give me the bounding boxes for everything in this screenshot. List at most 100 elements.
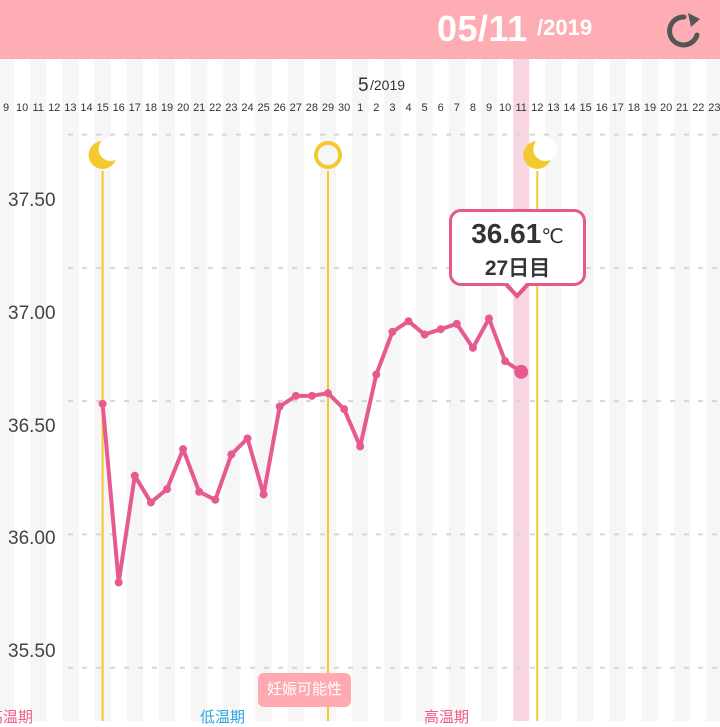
x-tick-label: 11	[515, 102, 526, 114]
data-point[interactable]	[324, 389, 332, 398]
x-tick-label: 13	[547, 102, 559, 114]
data-point[interactable]	[227, 450, 236, 459]
x-tick-label: 9	[486, 102, 492, 114]
column-stripe	[255, 59, 272, 721]
x-tick-label: 15	[579, 102, 591, 114]
column-stripe	[126, 59, 143, 721]
column-stripe	[577, 59, 594, 721]
data-point[interactable]	[243, 434, 252, 443]
x-tick-label: 16	[113, 102, 125, 114]
crescent-moon-icon	[88, 137, 123, 169]
x-tick-label: 1	[357, 102, 363, 114]
column-stripe	[62, 59, 79, 721]
x-tick-label: 2	[373, 102, 379, 114]
data-point[interactable]	[501, 357, 510, 366]
x-tick-label: 12	[531, 102, 543, 114]
column-stripe	[158, 59, 176, 721]
data-point[interactable]	[452, 319, 461, 328]
x-tick-label: 22	[692, 102, 704, 114]
data-point[interactable]	[356, 442, 365, 451]
data-point[interactable]	[420, 330, 429, 339]
x-tick-label: 18	[628, 102, 640, 114]
tooltip-pointer-inner	[506, 281, 528, 293]
month-label: 5	[358, 75, 369, 96]
data-point[interactable]	[195, 487, 204, 496]
x-tick-label: 29	[322, 102, 334, 114]
x-tick-label: 17	[129, 102, 141, 114]
x-tick-label: 5	[422, 102, 428, 114]
column-stripe	[223, 59, 240, 721]
data-point[interactable]	[307, 391, 316, 400]
fertility-badge[interactable]: 妊娠可能性	[258, 673, 352, 707]
column-stripe	[674, 59, 691, 721]
x-tick-label: 21	[676, 102, 688, 114]
x-tick-label: 25	[257, 102, 269, 114]
data-point[interactable]	[372, 370, 381, 379]
tooltip-value: 36.61	[471, 218, 542, 249]
x-tick-label: 3	[389, 102, 395, 114]
column-stripe	[609, 59, 626, 721]
x-tick-label: 28	[306, 102, 318, 114]
x-tick-label: 11	[32, 102, 43, 114]
column-stripe	[30, 59, 47, 721]
top-header: 05/11 /2019	[0, 0, 720, 59]
x-tick-label: 27	[290, 102, 302, 114]
column-stripe	[416, 59, 433, 721]
data-point[interactable]	[436, 325, 445, 334]
data-point[interactable]	[146, 498, 155, 507]
data-point[interactable]	[388, 327, 397, 336]
x-tick-label: 19	[161, 102, 173, 114]
x-tick-label: 23	[225, 102, 237, 114]
column-stripe	[191, 59, 208, 721]
data-point[interactable]	[114, 578, 123, 587]
x-tick-label: 20	[660, 102, 672, 114]
column-stripe	[352, 59, 369, 721]
phase-label-high: 高温期	[424, 709, 470, 726]
column-stripe	[480, 59, 498, 721]
x-tick-label: 16	[596, 102, 608, 114]
data-point[interactable]	[259, 490, 268, 499]
x-tick-label: 23	[708, 102, 720, 114]
x-tick-label: 9	[3, 102, 9, 114]
column-stripe	[384, 59, 401, 721]
data-point[interactable]	[275, 402, 284, 411]
y-tick-label: 37.00	[8, 303, 56, 324]
x-tick-label: 21	[193, 102, 205, 114]
x-tick-label: 15	[96, 102, 108, 114]
x-tick-label: 17	[612, 102, 624, 114]
month-year-label: /2019	[370, 77, 405, 93]
data-point[interactable]	[468, 343, 477, 352]
x-tick-label: 14	[80, 102, 92, 114]
current-date: 05/11	[437, 8, 528, 49]
data-point[interactable]	[98, 399, 107, 408]
x-tick-label: 30	[338, 102, 350, 114]
data-point[interactable]	[211, 495, 220, 504]
column-stripe	[0, 59, 15, 721]
data-point[interactable]	[340, 405, 349, 414]
y-tick-label: 37.50	[8, 190, 56, 211]
bbt-chart: 9 10 11 12 13 14 15 16 17 18 19 20 21 22 23 24 25 26 27 28 2…	[0, 59, 720, 721]
data-point[interactable]	[179, 445, 188, 454]
x-tick-label: 22	[209, 102, 221, 114]
x-tick-label: 6	[438, 102, 444, 114]
x-tick-label: 26	[274, 102, 286, 114]
x-tick-label: 12	[48, 102, 60, 114]
phase-label-low: 低温期	[200, 709, 246, 726]
column-stripe	[641, 59, 659, 721]
tooltip-unit: ℃	[541, 226, 564, 248]
y-tick-label: 36.50	[8, 416, 56, 437]
x-tick-label: 24	[241, 102, 253, 114]
data-point[interactable]	[404, 317, 413, 326]
y-tick-label: 36.00	[8, 528, 56, 549]
x-tick-label: 14	[563, 102, 575, 114]
today-point[interactable]	[514, 364, 529, 379]
current-year[interactable]: /2019	[537, 15, 592, 41]
x-tick-label: 20	[177, 102, 189, 114]
phase-label-high-prev: 高温期	[0, 709, 34, 726]
refresh-icon[interactable]	[664, 11, 704, 51]
x-tick-label: 8	[470, 102, 476, 114]
data-point[interactable]	[485, 314, 493, 323]
data-point[interactable]	[130, 471, 139, 480]
data-point[interactable]	[291, 391, 300, 400]
data-point[interactable]	[163, 485, 171, 494]
